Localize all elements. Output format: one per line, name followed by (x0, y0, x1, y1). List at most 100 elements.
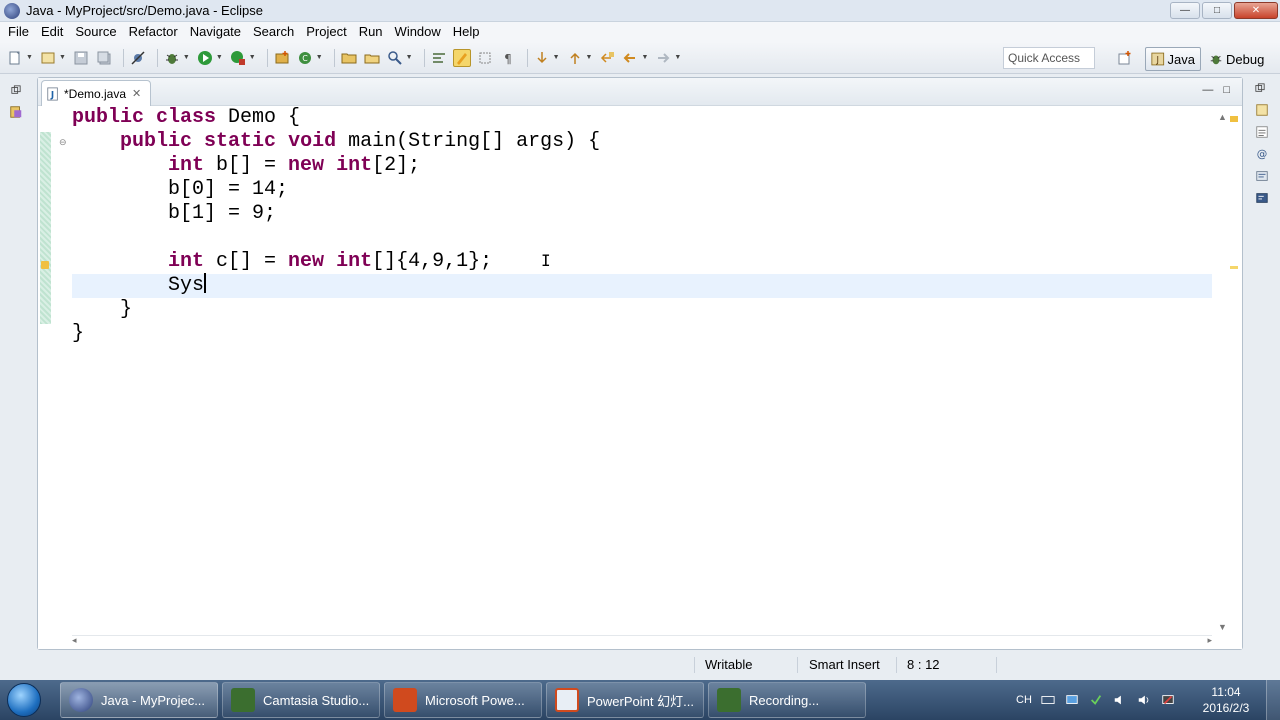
console-icon[interactable] (1255, 191, 1271, 207)
horizontal-scrollbar[interactable]: ◂ ▸ (72, 635, 1212, 647)
chevron-down-icon[interactable]: ▼ (249, 54, 256, 61)
language-indicator[interactable]: CH (1016, 692, 1032, 708)
back-icon[interactable] (621, 49, 639, 67)
save-all-icon[interactable] (95, 49, 113, 67)
annotation-overview-mark[interactable] (1230, 116, 1238, 122)
menu-search[interactable]: Search (247, 22, 300, 42)
quick-access-field[interactable]: Quick Access (1003, 47, 1095, 69)
chevron-down-icon[interactable]: ▼ (553, 54, 560, 61)
skip-breakpoints-icon[interactable] (129, 49, 147, 67)
warning-marker-icon[interactable] (41, 261, 49, 269)
java-perspective-button[interactable]: J Java (1145, 47, 1201, 71)
chevron-down-icon[interactable]: ▼ (183, 54, 190, 61)
chevron-down-icon[interactable]: ▼ (59, 54, 66, 61)
warning-overview-mark[interactable] (1230, 266, 1238, 269)
restore-icon[interactable] (1255, 81, 1271, 97)
chevron-down-icon[interactable]: ▼ (641, 54, 648, 61)
chevron-down-icon[interactable]: ▼ (216, 54, 223, 61)
fold-collapse-icon[interactable]: ⊖ (59, 137, 67, 148)
package-explorer-icon[interactable] (8, 105, 24, 119)
minimize-editor-button[interactable]: — (1202, 84, 1213, 96)
code-line[interactable]: public static void main(String[] args) { (72, 130, 1212, 154)
menu-window[interactable]: Window (389, 22, 447, 42)
taskbar-item-powerpoint-slideshow[interactable]: PowerPoint 幻灯... (546, 682, 704, 718)
scroll-left-icon[interactable]: ◂ (72, 635, 77, 646)
chevron-down-icon[interactable]: ▼ (586, 54, 593, 61)
search-icon[interactable] (386, 49, 404, 67)
volume-icon[interactable] (1136, 692, 1152, 708)
tab-demo-java[interactable]: J *Demo.java ✕ (41, 80, 151, 106)
open-folder-icon[interactable] (340, 49, 358, 67)
run-icon[interactable] (196, 49, 214, 67)
chevron-down-icon[interactable]: ▼ (406, 54, 413, 61)
previous-annotation-icon[interactable] (566, 49, 584, 67)
taskbar-item-eclipse[interactable]: Java - MyProjec... (60, 682, 218, 718)
keyboard-icon[interactable] (1040, 692, 1056, 708)
menu-file[interactable]: File (2, 22, 35, 42)
maximize-editor-button[interactable]: □ (1223, 84, 1230, 96)
menu-source[interactable]: Source (69, 22, 122, 42)
code-line[interactable]: public class Demo { (72, 106, 1212, 130)
debug-perspective-button[interactable]: Debug (1204, 47, 1274, 71)
status-cursor-position: 8 : 12 (907, 657, 940, 672)
flag-icon[interactable] (1160, 692, 1176, 708)
maximize-button[interactable]: □ (1202, 2, 1232, 19)
taskbar-item-recording[interactable]: Recording... (708, 682, 866, 718)
chevron-down-icon[interactable]: ▼ (26, 54, 33, 61)
network-icon[interactable] (1064, 692, 1080, 708)
close-tab-icon[interactable]: ✕ (132, 87, 141, 100)
next-annotation-icon[interactable] (533, 49, 551, 67)
task-list-icon[interactable] (1255, 125, 1271, 141)
open-task-icon[interactable] (363, 49, 381, 67)
chevron-down-icon[interactable]: ▼ (316, 54, 323, 61)
open-type-icon[interactable] (39, 49, 57, 67)
code-line[interactable]: b[1] = 9; (72, 202, 1212, 226)
new-icon[interactable] (6, 49, 24, 67)
taskbar-item-powerpoint[interactable]: Microsoft Powe... (384, 682, 542, 718)
start-button[interactable] (0, 680, 48, 720)
code-line[interactable]: } (72, 322, 1212, 346)
toggle-breadcrumb-icon[interactable] (430, 49, 448, 67)
mark-occurrences-icon[interactable] (452, 48, 471, 67)
save-icon[interactable] (72, 49, 90, 67)
chevron-down-icon[interactable]: ▼ (674, 54, 681, 61)
system-clock[interactable]: 11:04 2016/2/3 (1196, 684, 1256, 716)
menu-navigate[interactable]: Navigate (184, 22, 247, 42)
vertical-scrollbar[interactable]: ▲ ▼ (1218, 112, 1228, 632)
speaker-icon[interactable] (1112, 692, 1128, 708)
menu-project[interactable]: Project (300, 22, 352, 42)
javadoc-icon[interactable]: @ (1255, 147, 1271, 163)
code-line[interactable]: b[0] = 14; (72, 178, 1212, 202)
show-desktop-button[interactable] (1266, 680, 1280, 720)
new-java-project-icon[interactable] (273, 49, 291, 67)
code-line[interactable]: int c[] = new int[]{4,9,1}; (72, 250, 1212, 274)
code-line[interactable]: } (72, 298, 1212, 322)
minimize-button[interactable]: — (1170, 2, 1200, 19)
menu-edit[interactable]: Edit (35, 22, 69, 42)
code-content[interactable]: public class Demo { public static void m… (72, 106, 1212, 346)
code-line[interactable] (72, 226, 1212, 250)
scroll-up-icon[interactable]: ▲ (1218, 112, 1227, 122)
menu-run[interactable]: Run (353, 22, 389, 42)
open-perspective-icon[interactable] (1114, 48, 1136, 68)
last-edit-location-icon[interactable] (598, 49, 616, 67)
security-icon[interactable] (1088, 692, 1104, 708)
scroll-right-icon[interactable]: ▸ (1207, 635, 1212, 646)
debug-icon[interactable] (163, 49, 181, 67)
run-coverage-icon[interactable] (229, 49, 247, 67)
show-whitespace-icon[interactable]: ¶ (499, 49, 517, 67)
forward-icon[interactable] (654, 49, 672, 67)
code-line[interactable]: int b[] = new int[2]; (72, 154, 1212, 178)
restore-icon[interactable] (8, 83, 24, 97)
current-code-line[interactable]: Sys (72, 273, 1212, 298)
menu-help[interactable]: Help (447, 22, 486, 42)
declaration-icon[interactable] (1255, 169, 1271, 185)
scroll-down-icon[interactable]: ▼ (1218, 622, 1227, 632)
outline-icon[interactable] (1255, 103, 1271, 119)
new-class-icon[interactable]: C (296, 49, 314, 67)
block-selection-icon[interactable] (476, 49, 494, 67)
menu-refactor[interactable]: Refactor (123, 22, 184, 42)
taskbar-item-camtasia[interactable]: Camtasia Studio... (222, 682, 380, 718)
code-editor[interactable]: ⊖ public class Demo { public static void… (38, 106, 1242, 649)
close-button[interactable]: ✕ (1234, 2, 1278, 19)
